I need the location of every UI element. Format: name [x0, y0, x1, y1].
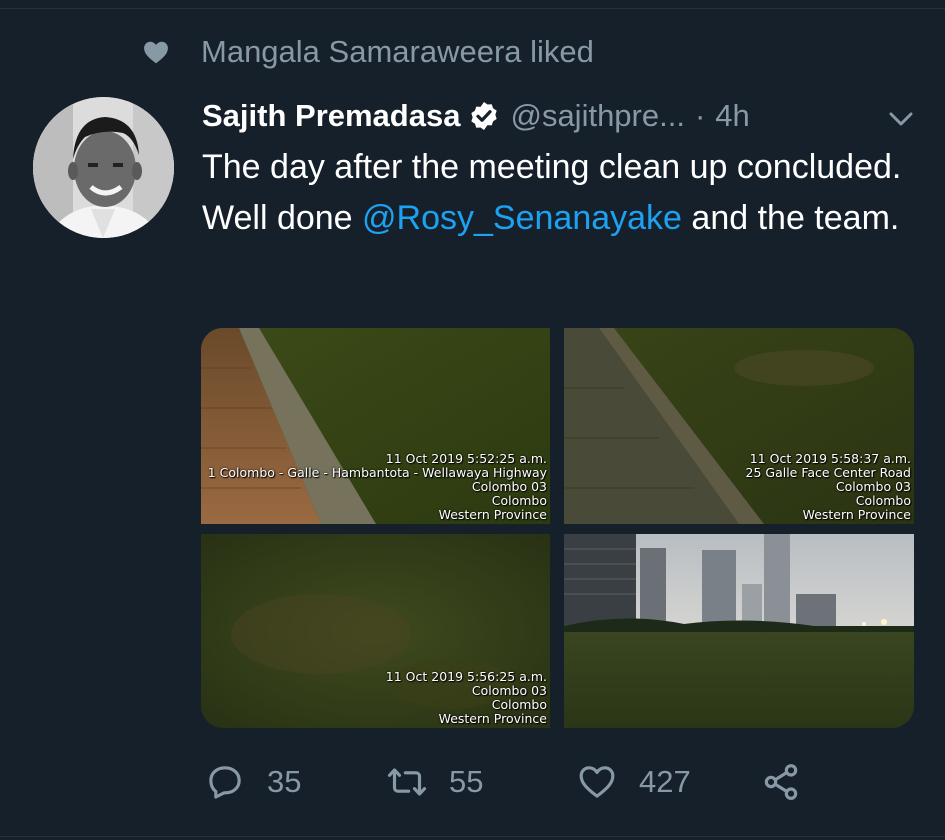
photo-1-stamp: 11 Oct 2019 5:52:25 a.m. 1 Colombo - Gal… — [208, 452, 547, 522]
top-divider — [0, 8, 945, 9]
avatar-photo — [33, 97, 174, 238]
author-name[interactable]: Sajith Premadasa — [202, 98, 460, 134]
photo-1-date: 11 Oct 2019 5:52:25 a.m. — [385, 451, 547, 466]
social-context-text: Mangala Samaraweera liked — [201, 34, 594, 69]
like-button[interactable]: 427 — [577, 758, 691, 806]
media-grid: 11 Oct 2019 5:52:25 a.m. 1 Colombo - Gal… — [201, 328, 914, 728]
retweet-count: 55 — [449, 764, 484, 799]
bottom-divider — [0, 836, 945, 837]
avatar[interactable] — [33, 97, 174, 238]
like-heart-icon — [579, 766, 615, 798]
photo-2-date: 11 Oct 2019 5:58:37 a.m. — [749, 451, 911, 466]
heart-icon — [144, 41, 168, 64]
photo-2-line-3: Colombo — [855, 493, 911, 508]
retweet-icon — [387, 768, 427, 796]
media-photo-2[interactable]: 11 Oct 2019 5:58:37 a.m. 25 Galle Face C… — [564, 328, 914, 524]
photo-3-line-2: Colombo — [491, 697, 547, 712]
tweet-text-part2: and the team. — [681, 199, 900, 237]
retweet-button[interactable]: 55 — [387, 758, 483, 806]
mention-link[interactable]: @Rosy_Senanayake — [362, 199, 682, 237]
separator-dot: · — [694, 98, 706, 133]
reply-button[interactable]: 35 — [205, 758, 301, 806]
timestamp[interactable]: 4h — [715, 98, 749, 134]
media-photo-1[interactable]: 11 Oct 2019 5:52:25 a.m. 1 Colombo - Gal… — [201, 328, 550, 524]
photo-2-line-2: Colombo 03 — [835, 479, 911, 494]
photo-1-line-1: 1 Colombo - Galle - Hambantota - Wellawa… — [207, 465, 547, 480]
tweet-text: The day after the meeting clean up concl… — [202, 142, 902, 244]
photo-3-stamp: 11 Oct 2019 5:56:25 a.m. Colombo 03 Colo… — [386, 670, 547, 726]
photo-1-line-3: Colombo — [491, 493, 547, 508]
tweet-header: Sajith Premadasa @sajithpre... · 4h — [202, 94, 750, 138]
like-count: 427 — [639, 764, 691, 799]
photo-1-line-2: Colombo 03 — [471, 479, 547, 494]
share-button[interactable] — [761, 758, 801, 806]
media-photo-4[interactable] — [564, 534, 914, 728]
author-handle[interactable]: @sajithpre... — [510, 98, 684, 134]
photo-2-stamp: 11 Oct 2019 5:58:37 a.m. 25 Galle Face C… — [746, 452, 912, 522]
social-context[interactable]: Mangala Samaraweera liked — [143, 30, 594, 74]
photo-3-line-3: Western Province — [438, 711, 547, 726]
photo-4-image — [564, 534, 914, 728]
share-icon — [764, 764, 798, 800]
reply-count: 35 — [267, 764, 302, 799]
chevron-down-icon[interactable] — [886, 104, 916, 134]
photo-2-line-1: 25 Galle Face Center Road — [745, 465, 912, 480]
photo-1-line-4: Western Province — [438, 507, 547, 522]
tweet-actions: 35 55 427 — [205, 758, 805, 806]
photo-2-line-4: Western Province — [802, 507, 911, 522]
verified-badge-icon — [471, 102, 498, 130]
media-photo-3[interactable]: 11 Oct 2019 5:56:25 a.m. Colombo 03 Colo… — [201, 534, 550, 728]
photo-3-line-1: Colombo 03 — [471, 683, 547, 698]
reply-icon — [209, 766, 241, 799]
photo-3-date: 11 Oct 2019 5:56:25 a.m. — [385, 669, 547, 684]
